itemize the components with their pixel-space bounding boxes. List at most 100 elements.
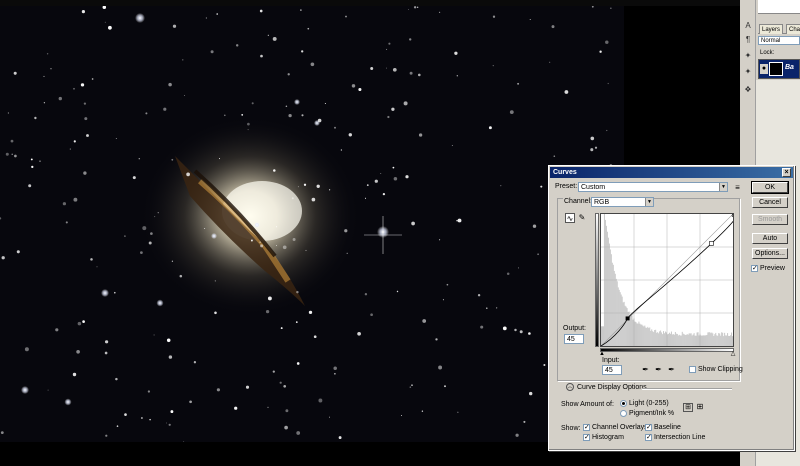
- preset-select[interactable]: Custom ▼: [578, 182, 728, 192]
- histogram-bar: [692, 334, 694, 346]
- histogram-bar: [664, 333, 666, 346]
- character-tool-icon[interactable]: A: [742, 20, 754, 32]
- histogram-bar: [615, 278, 617, 346]
- paragraph-tool-icon[interactable]: ¶: [742, 34, 754, 46]
- histogram-checkbox[interactable]: ✓: [583, 434, 590, 441]
- star: [454, 51, 458, 55]
- grid-simple-icon[interactable]: ⊞: [683, 403, 693, 412]
- star: [328, 416, 331, 418]
- star: [456, 75, 458, 77]
- star: [250, 239, 253, 242]
- dialog-title: Curves: [553, 169, 577, 176]
- star: [591, 6, 594, 8]
- show-clipping-label: Show Clipping: [698, 366, 743, 373]
- layer-row-background[interactable]: ● Ba: [758, 59, 800, 79]
- star: [279, 381, 282, 384]
- histogram-bar: [646, 327, 648, 346]
- star: [590, 148, 594, 152]
- star: [46, 53, 49, 55]
- star: [374, 179, 378, 183]
- star: [313, 335, 317, 339]
- options-button[interactable]: Options...: [752, 248, 788, 259]
- star: [148, 241, 152, 245]
- input-field[interactable]: 45: [602, 365, 622, 375]
- star: [605, 40, 609, 44]
- star: [532, 224, 537, 228]
- star: [418, 133, 423, 137]
- dialog-title-bar[interactable]: Curves ×: [550, 167, 793, 178]
- tab-channels[interactable]: Cha: [786, 24, 800, 34]
- ok-button[interactable]: OK: [751, 181, 789, 194]
- tab-layers[interactable]: Layers: [759, 24, 784, 34]
- baseline-checkbox[interactable]: ✓: [645, 424, 652, 431]
- histogram-bar: [704, 335, 706, 346]
- star: [273, 169, 276, 172]
- star: [104, 21, 106, 23]
- gray-eyedropper-icon[interactable]: ✒: [654, 365, 663, 374]
- star: [216, 388, 220, 392]
- white-eyedropper-icon[interactable]: ✒: [667, 365, 676, 374]
- star: [189, 400, 192, 404]
- preview-checkbox[interactable]: ✓: [751, 265, 758, 272]
- star: [386, 48, 388, 50]
- star: [218, 158, 221, 160]
- star: [317, 118, 322, 123]
- star: [297, 186, 299, 188]
- star: [519, 330, 523, 334]
- curve-point-tool-icon[interactable]: ∿: [565, 213, 575, 223]
- star: [149, 418, 151, 421]
- star: [272, 370, 275, 373]
- blend-mode-select[interactable]: Normal: [758, 36, 800, 45]
- light-radio[interactable]: [620, 400, 627, 407]
- star: [515, 433, 519, 437]
- intersection-line-checkbox[interactable]: ✓: [645, 434, 652, 441]
- curve-point[interactable]: [709, 241, 714, 246]
- auto-button[interactable]: Auto: [752, 233, 788, 244]
- histogram-bar: [720, 335, 722, 346]
- histogram-bar: [650, 330, 652, 346]
- grid-detailed-icon[interactable]: ⊞: [695, 403, 705, 412]
- curve-graph[interactable]: [600, 213, 734, 347]
- curve-point[interactable]: [625, 316, 630, 321]
- preset-options-icon[interactable]: ≡: [733, 183, 742, 192]
- star: [138, 157, 141, 160]
- pigment-radio[interactable]: [620, 410, 627, 417]
- histogram-bar: [717, 335, 719, 346]
- star: [285, 105, 288, 108]
- histogram-bar: [701, 335, 703, 346]
- histogram-bar: [685, 334, 687, 346]
- close-icon[interactable]: ×: [782, 168, 791, 177]
- star: [500, 185, 502, 187]
- star: [529, 19, 531, 21]
- white-point-slider[interactable]: △: [730, 350, 736, 359]
- input-gradient-bar: [600, 348, 734, 352]
- histogram-bar: [718, 333, 720, 346]
- galaxy-photo: [0, 6, 624, 442]
- channel-overlays-checkbox[interactable]: ✓: [583, 424, 590, 431]
- eye-icon[interactable]: ●: [760, 64, 768, 74]
- black-eyedropper-icon[interactable]: ✒: [641, 365, 650, 374]
- histogram-bar: [625, 306, 627, 346]
- layer-comps-icon[interactable]: ❖: [742, 84, 754, 96]
- star: [108, 25, 112, 30]
- histogram-bar: [708, 332, 710, 346]
- histogram-bar: [648, 328, 650, 346]
- cancel-button[interactable]: Cancel: [752, 197, 788, 208]
- histogram-bar: [661, 332, 663, 346]
- smooth-button[interactable]: Smooth: [752, 214, 788, 225]
- canvas-dark-area: [624, 6, 740, 166]
- star: [502, 326, 507, 331]
- histogram-bar: [665, 331, 667, 346]
- star: [388, 42, 391, 45]
- star: [411, 221, 415, 226]
- collapse-icon[interactable]: ︿: [566, 383, 574, 391]
- output-field[interactable]: 45: [564, 334, 584, 344]
- channel-label-overlay: Channel:: [563, 198, 594, 205]
- star: [442, 299, 444, 301]
- show-clipping-checkbox[interactable]: [689, 366, 696, 373]
- channel-select[interactable]: RGB ▼: [591, 197, 654, 207]
- brush-tool-icon[interactable]: ✦: [742, 50, 754, 62]
- histogram-bar: [721, 332, 723, 346]
- clone-tool-icon[interactable]: ✦: [742, 66, 754, 78]
- pencil-tool-icon[interactable]: ✎: [577, 213, 587, 222]
